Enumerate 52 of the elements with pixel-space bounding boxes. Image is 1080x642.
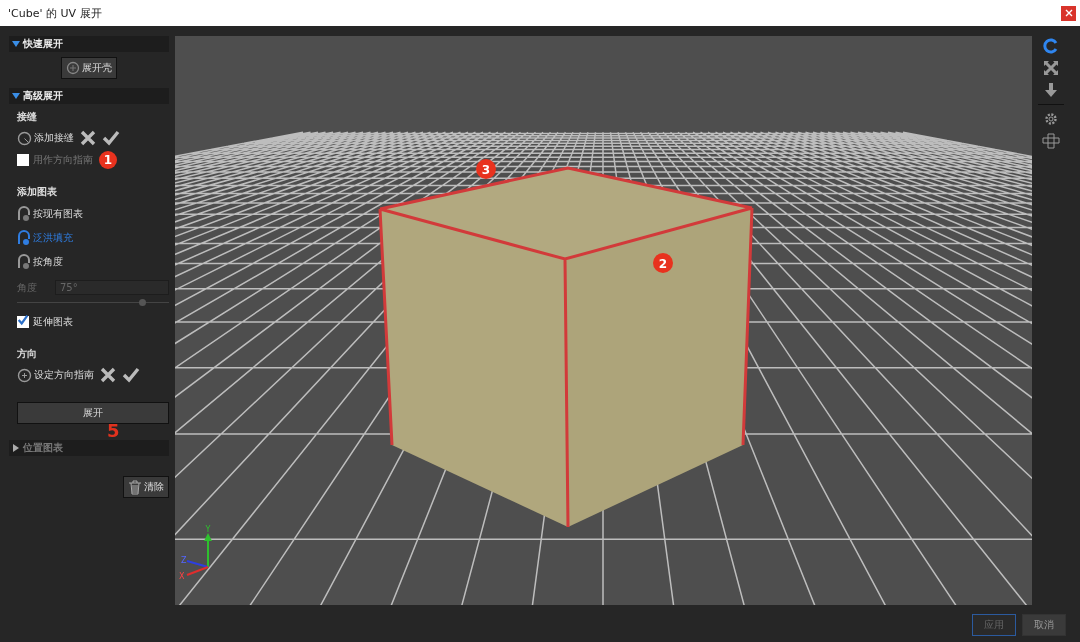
axis-gizmo-drawing xyxy=(186,533,212,576)
group-heading: 方向 xyxy=(17,347,38,361)
seam-tool-icon xyxy=(17,130,32,146)
confirm-check-icon[interactable] xyxy=(122,367,140,383)
annotation-number: 5 xyxy=(107,422,121,440)
group-heading: 接缝 xyxy=(17,110,38,124)
caret-icon xyxy=(13,444,19,452)
clear-button[interactable]: 清除 xyxy=(123,476,169,498)
checkbox[interactable] xyxy=(17,154,29,166)
section-header[interactable]: 位置图表 xyxy=(9,440,169,456)
confirm-check-icon[interactable] xyxy=(102,130,120,146)
section-header[interactable]: 快速展开 xyxy=(9,36,169,52)
annotation-marker: 2 xyxy=(653,253,673,273)
chart-mode-icon xyxy=(17,230,31,246)
close-icon xyxy=(1064,9,1073,17)
group-heading: 添加图表 xyxy=(17,185,58,199)
unwrap-button[interactable]: 展开 xyxy=(17,402,169,424)
grid-layout-icon[interactable] xyxy=(1042,133,1060,149)
cancel-x-icon[interactable] xyxy=(80,130,96,146)
chart-mode-icon xyxy=(17,254,31,270)
annotation-marker: 3 xyxy=(476,159,496,179)
axis-label: Y xyxy=(205,525,211,534)
angle-label: 角度 xyxy=(17,280,37,295)
caret-icon xyxy=(12,41,20,47)
chart-mode-icon xyxy=(17,206,31,222)
checkbox-label: 用作方向指南 xyxy=(33,153,93,167)
expand-arrows-icon[interactable] xyxy=(1043,60,1059,76)
cube-drawing[interactable] xyxy=(378,166,754,529)
refresh-icon[interactable] xyxy=(1043,38,1059,54)
down-arrow-icon[interactable] xyxy=(1044,82,1058,98)
checkbox[interactable] xyxy=(17,316,29,328)
add-seam-tool[interactable]: 添加接缝 xyxy=(17,127,74,149)
cancel-x-icon[interactable] xyxy=(100,367,116,383)
checkbox-label: 延伸图表 xyxy=(33,315,73,329)
chart-mode-option[interactable]: 泛洪填充 xyxy=(17,226,169,250)
section-header[interactable]: 高级展开 xyxy=(9,88,169,104)
caret-icon xyxy=(12,93,20,99)
axis-label: Z xyxy=(181,556,187,565)
dialog-button[interactable]: 取消 xyxy=(1022,614,1066,636)
close-button[interactable] xyxy=(1061,5,1076,21)
3d-viewport[interactable]: Y Z X 3 2 xyxy=(175,36,1032,605)
shell-icon xyxy=(66,61,80,75)
chart-mode-option[interactable]: 按角度 xyxy=(17,250,169,274)
window-title: 'Cube' 的 UV 展开 xyxy=(8,5,102,21)
trash-icon xyxy=(128,479,142,495)
set-orientation-tool[interactable]: 设定方向指南 xyxy=(17,364,94,386)
settings-icon[interactable] xyxy=(1043,111,1059,127)
unwrap-shell-button[interactable]: 展开壳 xyxy=(61,57,117,79)
annotation-marker: 1 xyxy=(99,151,117,169)
axis-label: X xyxy=(179,572,185,581)
chart-mode-option[interactable]: 按现有图表 xyxy=(17,202,169,226)
orientation-tool-icon xyxy=(17,367,32,383)
